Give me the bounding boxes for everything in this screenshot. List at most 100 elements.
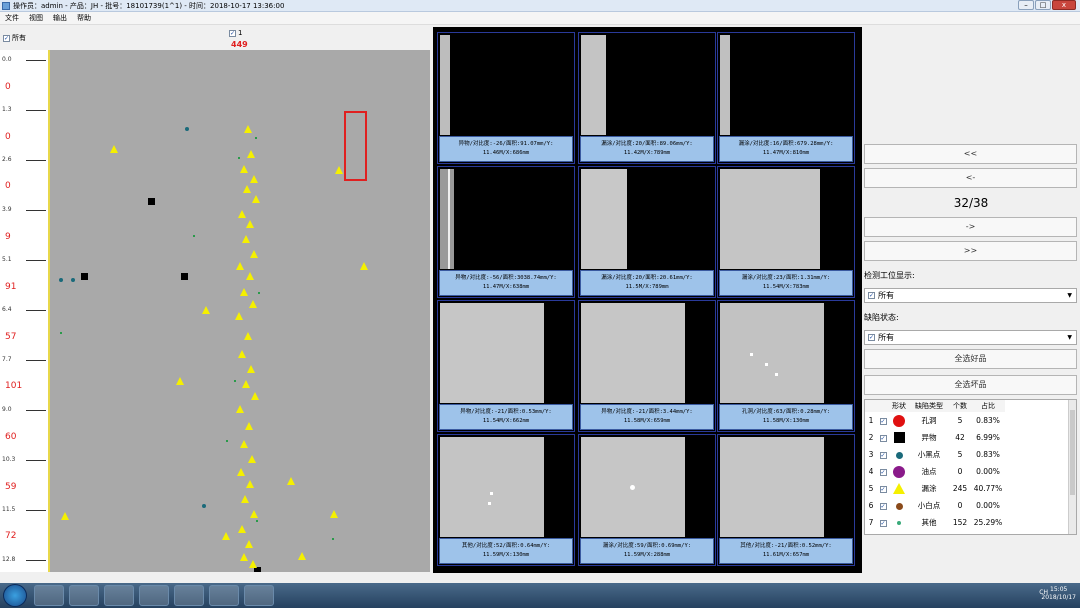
defect-marker-uncoated[interactable] [245,540,253,548]
maximize-button[interactable]: □ [1035,0,1051,10]
defect-marker-uncoated[interactable] [247,365,255,373]
defect-marker-uncoated[interactable] [241,495,249,503]
defect-thumbnail[interactable]: 其他/对比度:-21/面积:0.52mm/Y: 11.61M/X:657mm [717,434,855,566]
defect-marker-uncoated[interactable] [244,125,252,133]
defect-marker-uncoated[interactable] [250,175,258,183]
defect-marker-uncoated[interactable] [176,377,184,385]
table-row[interactable]: 4 ✓ 油点 0 0.00% [865,463,1005,480]
close-button[interactable]: x [1052,0,1076,10]
defect-marker-uncoated[interactable] [240,553,248,561]
defect-marker-uncoated[interactable] [246,480,254,488]
defect-marker-uncoated[interactable] [250,250,258,258]
defect-marker-uncoated[interactable] [360,262,368,270]
defect-marker-foreign[interactable] [148,198,155,205]
minimize-button[interactable]: – [1018,0,1034,10]
browser-icon[interactable] [69,585,99,606]
defect-marker-other[interactable] [255,137,257,139]
first-page-button[interactable]: << [864,144,1077,164]
defect-thumbnail[interactable]: 漏涂/对比度:59/面积:0.69mm/Y: 11.59M/X:288mm [578,434,716,566]
defect-marker-uncoated[interactable] [246,220,254,228]
defect-marker-uncoated[interactable] [110,145,118,153]
defect-map[interactable] [48,50,430,572]
defect-marker-uncoated[interactable] [202,306,210,314]
menu-help[interactable]: 帮助 [77,13,91,23]
defect-marker-uncoated[interactable] [235,312,243,320]
select-all-bad-button[interactable]: 全选坏品 [864,375,1077,395]
defect-marker-uncoated[interactable] [222,532,230,540]
defect-thumbnail[interactable]: 异物/对比度:-21/面积:0.53mm/Y: 11.54M/X:662mm [437,300,575,432]
defect-marker-uncoated[interactable] [237,468,245,476]
app-icon[interactable] [139,585,169,606]
defect-marker-uncoated[interactable] [252,195,260,203]
scrollbar-thumb[interactable] [1070,410,1075,495]
defect-marker-uncoated[interactable] [248,455,256,463]
all-checkbox[interactable]: ✓ 所有 [3,33,26,43]
defect-marker-other[interactable] [193,235,195,237]
row-checkbox[interactable]: ✓ [879,469,887,476]
row-checkbox[interactable]: ✓ [879,418,887,425]
defect-thumbnail[interactable]: 其他/对比度:52/面积:0.64mm/Y: 11.59M/X:130mm [437,434,575,566]
defect-marker-uncoated[interactable] [236,405,244,413]
defect-marker-uncoated[interactable] [242,235,250,243]
defect-marker-blackdot[interactable] [185,127,189,131]
defect-marker-uncoated[interactable] [335,166,343,174]
defect-marker-other[interactable] [234,380,236,382]
table-row[interactable]: 2 ✓ 异物 42 6.99% [865,429,1005,446]
defect-thumbnail[interactable]: 漏涂/对比度:20/面积:89.06mm/Y: 11.42M/X:789mm [578,32,716,164]
defect-marker-uncoated[interactable] [61,512,69,520]
defect-marker-uncoated[interactable] [247,150,255,158]
station-select[interactable]: ✓ 所有 ▼ [864,288,1077,303]
row-checkbox[interactable]: ✓ [879,503,887,510]
row-checkbox[interactable]: ✓ [879,520,887,527]
start-button[interactable] [3,584,27,607]
ie-icon[interactable] [209,585,239,606]
defect-marker-blackdot[interactable] [71,278,75,282]
defect-marker-uncoated[interactable] [245,422,253,430]
menu-view[interactable]: 视图 [29,13,43,23]
defect-marker-other[interactable] [332,538,334,540]
table-row[interactable]: 5 ✓ 漏涂 245 40.77% [865,480,1005,497]
defect-marker-uncoated[interactable] [244,332,252,340]
defect-thumbnail[interactable]: 漏涂/对比度:20/面积:20.61mm/Y: 11.5M/X:789mm [578,166,716,298]
defect-marker-foreign[interactable] [181,273,188,280]
tool-icon[interactable] [244,585,274,606]
defect-marker-uncoated[interactable] [238,210,246,218]
table-row[interactable]: 7 ✓ 其他 152 25.29% [865,514,1005,531]
defect-thumbnail[interactable]: 漏涂/对比度:16/面积:679.28mm/Y: 11.47M/X:810mm [717,32,855,164]
defect-marker-uncoated[interactable] [287,477,295,485]
defect-marker-other[interactable] [226,440,228,442]
lane-checkbox[interactable]: ✓ 1 [229,29,242,37]
defect-marker-uncoated[interactable] [249,300,257,308]
defect-marker-uncoated[interactable] [330,510,338,518]
selection-rect[interactable] [344,111,367,181]
menu-file[interactable]: 文件 [5,13,19,23]
defect-marker-blackdot[interactable] [202,504,206,508]
defect-marker-uncoated[interactable] [240,440,248,448]
defect-thumbnail[interactable]: 异物/对比度:-26/面积:91.07mm/Y: 11.46M/X:686mm [437,32,575,164]
row-checkbox[interactable]: ✓ [879,452,887,459]
defect-marker-uncoated[interactable] [242,380,250,388]
defect-marker-blackdot[interactable] [59,278,63,282]
defect-marker-other[interactable] [258,292,260,294]
last-page-button[interactable]: >> [864,241,1077,261]
table-scrollbar[interactable] [1068,400,1076,534]
table-row[interactable]: 3 ✓ 小黑点 5 0.83% [865,446,1005,463]
row-checkbox[interactable]: ✓ [879,486,887,493]
defect-marker-uncoated[interactable] [251,392,259,400]
media-icon[interactable] [104,585,134,606]
defect-marker-other[interactable] [238,157,240,159]
defect-marker-uncoated[interactable] [240,288,248,296]
defect-marker-uncoated[interactable] [238,525,246,533]
defect-marker-uncoated[interactable] [250,510,258,518]
defect-marker-uncoated[interactable] [298,552,306,560]
state-select[interactable]: ✓ 所有 ▼ [864,330,1077,345]
defect-thumbnail[interactable]: 异物/对比度:-56/面积:3038.74mm/Y: 11.47M/X:638mm [437,166,575,298]
select-all-good-button[interactable]: 全选好品 [864,349,1077,369]
settings-icon[interactable] [174,585,204,606]
table-row[interactable]: 1 ✓ 孔洞 5 0.83% [865,412,1005,429]
table-row[interactable]: 6 ✓ 小白点 0 0.00% [865,497,1005,514]
defect-marker-uncoated[interactable] [246,272,254,280]
defect-marker-uncoated[interactable] [236,262,244,270]
defect-thumbnail[interactable]: 异物/对比度:-21/面积:3.44mm/Y: 11.58M/X:659mm [578,300,716,432]
defect-marker-other[interactable] [256,520,258,522]
